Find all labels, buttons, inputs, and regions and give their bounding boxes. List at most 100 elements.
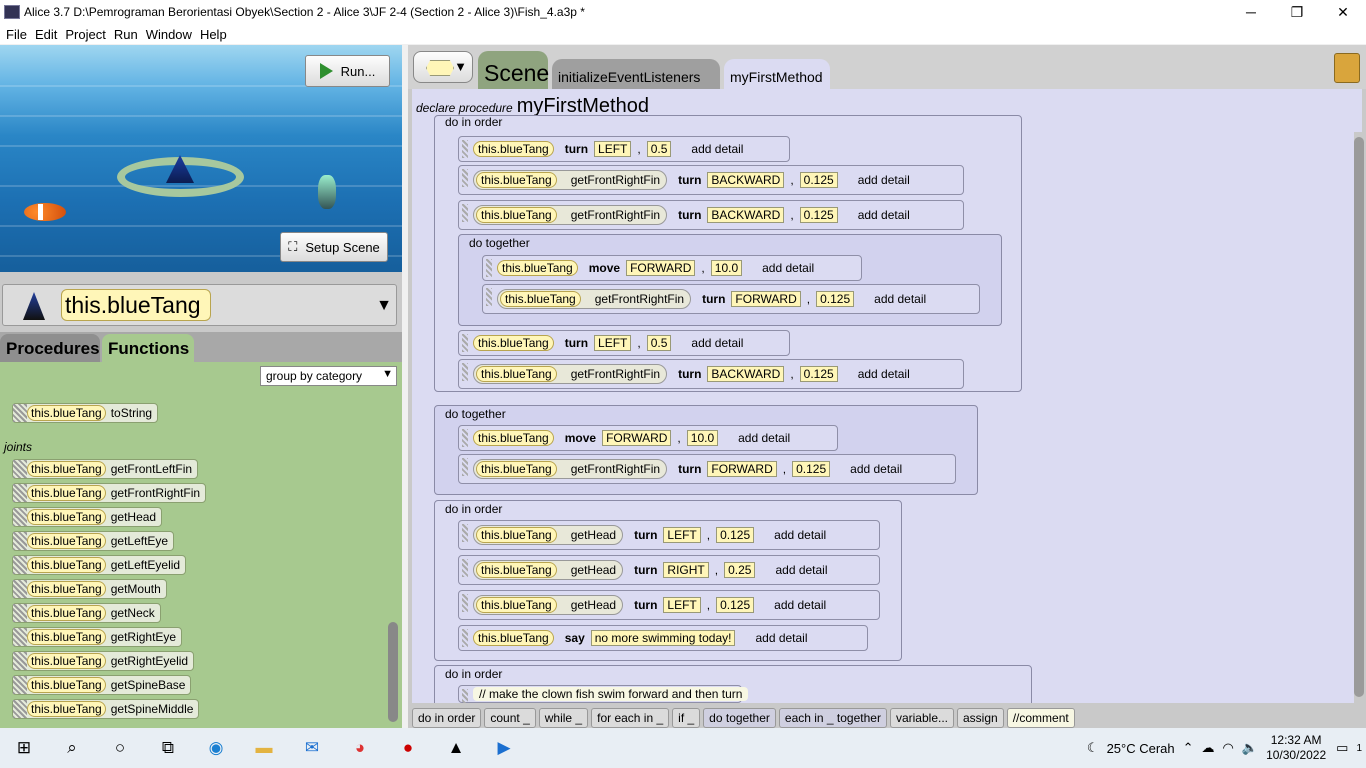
statement-turn[interactable]: this.blueTang turn LEFT, 0.5 add detail [458, 136, 790, 162]
weather-text[interactable]: 25°C Cerah [1107, 741, 1175, 756]
editor-tab-bar: ▼ Scene initializeEventListeners myFirst… [408, 45, 1366, 89]
tab-scene[interactable]: Scene [478, 51, 549, 89]
media-player-icon[interactable]: ▶ [480, 728, 528, 768]
statement-turn[interactable]: this.blueTang getHead turn LEFT, 0.125 add de… [458, 520, 880, 550]
menu-file[interactable]: File [6, 27, 27, 42]
function-tile[interactable]: this.blueTang getSpineMiddle [12, 699, 200, 719]
function-tile[interactable]: this.blueTang getHead [12, 507, 163, 527]
menu-project[interactable]: Project [65, 27, 105, 42]
statement-turn[interactable]: this.blueTang getFrontRightFin turn FORWARD… [458, 454, 956, 484]
function-tile[interactable]: this.blueTang getRightEye [12, 627, 183, 647]
statement-turn[interactable]: this.blueTang getHead turn RIGHT, 0.25 add de… [458, 555, 880, 585]
clipboard-icon[interactable] [1334, 53, 1360, 83]
cloud-icon[interactable]: ☁ [1202, 740, 1215, 756]
chrome-icon[interactable]: ◕ [336, 728, 384, 768]
taskbar: ⊞ ⌕ ○ ⧉ ◉ ▬ ✉ ◕ ● ▲ ▶ ☾ 25°C Cerah ⌃ ☁ ◠… [0, 728, 1366, 768]
notification-icon[interactable]: ▭ [1336, 740, 1348, 756]
clock[interactable]: 12:32 AM 10/30/2022 [1266, 733, 1326, 763]
tab-initialize-event-listeners[interactable]: initializeEventListeners [552, 59, 720, 89]
tab-functions[interactable]: Functions [102, 334, 194, 362]
statement-turn[interactable]: this.blueTang getFrontRightFin turn BACKWAR… [458, 165, 964, 195]
palette-variable[interactable]: variable... [889, 708, 954, 728]
palette-assign[interactable]: assign [957, 708, 1004, 728]
comment-statement[interactable]: // make the clown fish swim forward and … [458, 685, 749, 703]
maximize-button[interactable]: ❐ [1274, 0, 1320, 24]
statement-move[interactable]: this.blueTang move FORWARD, 10.0 add detail [482, 255, 862, 281]
type-selector-button[interactable]: ▼ [413, 51, 473, 83]
task-view-icon[interactable]: ⧉ [144, 728, 192, 768]
system-tray: ☾ 25°C Cerah ⌃ ☁ ◠ 🔈 12:32 AM 10/30/2022… [1087, 728, 1366, 768]
edge-icon[interactable]: ◉ [192, 728, 240, 768]
function-tile[interactable]: this.blueTang getFrontRightFin [12, 483, 207, 503]
scene-view[interactable]: Run... ⛶ Setup Scene [0, 45, 402, 272]
search-icon[interactable]: ⌕ [48, 728, 96, 768]
category-label-joints: joints [4, 440, 33, 454]
function-tile[interactable]: this.blueTang getSpineBase [12, 675, 192, 695]
editor-scrollbar[interactable] [1354, 132, 1364, 706]
function-tile[interactable]: this.blueTang getLeftEye [12, 531, 175, 551]
palette-do-together[interactable]: do together [703, 708, 776, 728]
notification-count: 1 [1356, 742, 1362, 754]
palette-if[interactable]: if _ [672, 708, 701, 728]
function-tile[interactable]: this.blueTang getFrontLeftFin [12, 459, 199, 479]
weather-icon[interactable]: ☾ [1087, 740, 1099, 756]
functions-panel: group by category ▼ this.blueTang toStri… [0, 362, 402, 728]
close-button[interactable]: ✕ [1320, 0, 1366, 24]
minimize-button[interactable]: ─ [1228, 0, 1274, 24]
menu-edit[interactable]: Edit [35, 27, 57, 42]
dropdown-arrow-icon: ▼ [382, 368, 393, 380]
menu-help[interactable]: Help [200, 27, 227, 42]
palette-for-each[interactable]: for each in _ [591, 708, 670, 728]
function-tile[interactable]: this.blueTang getNeck [12, 603, 161, 623]
group-by-select[interactable]: group by category ▼ [260, 366, 397, 386]
recorder-icon[interactable]: ● [384, 728, 432, 768]
object-selector[interactable]: this.blueTang ▼ [2, 284, 397, 326]
alice-app-icon[interactable]: ▲ [432, 728, 480, 768]
class-shape-icon [426, 60, 454, 76]
pajama-fish [318, 175, 336, 209]
mail-icon[interactable]: ✉ [288, 728, 336, 768]
palette-each-in-together[interactable]: each in _ together [778, 708, 887, 728]
statement-turn[interactable]: this.blueTang getFrontRightFin turn BACKWAR… [458, 200, 964, 230]
play-icon [319, 63, 333, 79]
windows-start-icon[interactable]: ⊞ [0, 728, 48, 768]
title-bar: Alice 3.7 D:\Pemrograman Berorientasi Ob… [0, 0, 1366, 24]
menu-window[interactable]: Window [146, 27, 192, 42]
menu-bar: File Edit Project Run Window Help [0, 24, 1366, 44]
statement-turn[interactable]: this.blueTang getHead turn LEFT, 0.125 add de… [458, 590, 880, 620]
dropdown-arrow-icon[interactable]: ▼ [376, 297, 392, 315]
clownfish [24, 203, 66, 221]
left-pane: Run... ⛶ Setup Scene this.blueTang ▼ Pro… [0, 45, 402, 728]
cortana-icon[interactable]: ○ [96, 728, 144, 768]
statement-turn[interactable]: this.blueTang getFrontRightFin turn BACKWAR… [458, 359, 964, 389]
selected-object: this.blueTang [61, 289, 211, 321]
pane-splitter[interactable] [0, 272, 402, 280]
chevron-up-icon[interactable]: ⌃ [1183, 740, 1194, 756]
window-title: Alice 3.7 D:\Pemrograman Berorientasi Ob… [24, 5, 585, 19]
statement-turn[interactable]: this.blueTang getFrontRightFin turn FORWARD… [482, 284, 980, 314]
function-tile-tostring[interactable]: this.blueTang toString [12, 403, 159, 423]
tab-procedures[interactable]: Procedures [0, 334, 100, 362]
run-button[interactable]: Run... [305, 55, 390, 87]
setup-scene-button[interactable]: ⛶ Setup Scene [280, 232, 388, 262]
function-tile[interactable]: this.blueTang getMouth [12, 579, 167, 599]
function-tile[interactable]: this.blueTang getLeftEyelid [12, 555, 187, 575]
statement-say[interactable]: this.blueTang say no more swimming today! a… [458, 625, 868, 651]
blue-tang-thumbnail-icon [23, 292, 45, 320]
statement-turn[interactable]: this.blueTang turn LEFT, 0.5 add detail [458, 330, 790, 356]
scroll-thumb[interactable] [1354, 137, 1364, 697]
function-tile[interactable]: this.blueTang getRightEyelid [12, 651, 195, 671]
palette-count[interactable]: count _ [484, 708, 536, 728]
volume-icon[interactable]: 🔈 [1242, 740, 1258, 756]
wifi-icon[interactable]: ◠ [1223, 740, 1234, 756]
palette-comment[interactable]: //comment [1006, 708, 1075, 728]
fullscreen-icon: ⛶ [288, 239, 298, 254]
file-explorer-icon[interactable]: ▬ [240, 728, 288, 768]
menu-run[interactable]: Run [114, 27, 138, 42]
code-editor: declare procedure myFirstMethod do in or… [412, 89, 1362, 703]
statement-move[interactable]: this.blueTang move FORWARD, 10.0 add detail [458, 425, 838, 451]
palette-while[interactable]: while _ [538, 708, 589, 728]
palette-do-in-order[interactable]: do in order [412, 708, 482, 728]
tab-my-first-method[interactable]: myFirstMethod [724, 59, 830, 89]
functions-scrollbar[interactable] [388, 622, 398, 722]
